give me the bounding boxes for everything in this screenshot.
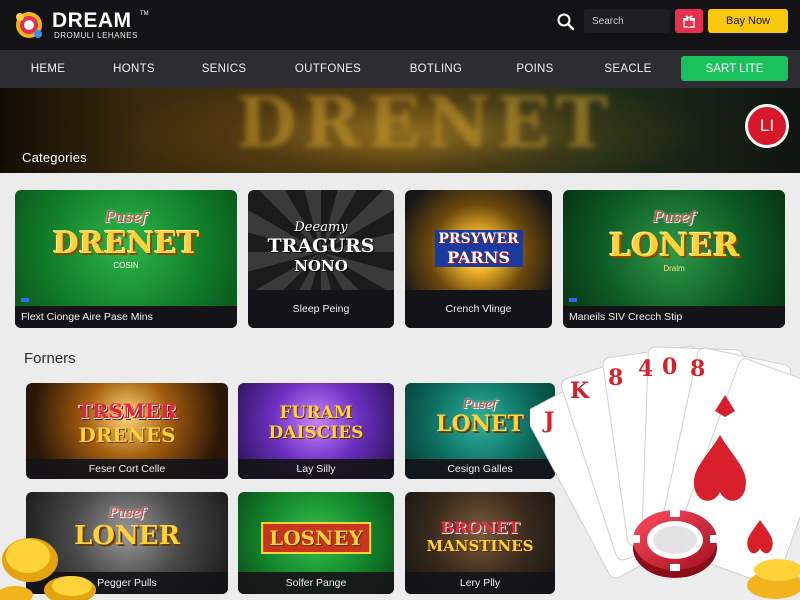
main-nav: HEME HONTS SENICS OUTFONES BOTLING POINS… xyxy=(0,50,800,88)
top-header: DREAM TM DROMULI LEHANES Bay Now xyxy=(0,0,800,50)
category-tile-label: Flext Cionge Aire Pase Mins xyxy=(15,306,237,328)
category-tile-label: Crench Vlinge xyxy=(405,290,552,328)
game-tile[interactable]: LOSNEY Solfer Pange xyxy=(238,492,394,594)
featured-heading: Forners xyxy=(24,350,76,367)
start-button[interactable]: SART LITE xyxy=(681,56,788,81)
category-tile-logo: Pusef DRENET COSIN xyxy=(52,208,200,270)
game-tile-label: Feser Cort Celle xyxy=(26,459,228,479)
game-tile-label: Solfer Pange xyxy=(238,572,394,594)
gold-coins-illustration xyxy=(0,538,96,600)
category-tile[interactable]: PRSYWER PARNS Crench Vlinge xyxy=(405,190,552,328)
category-tile-label: Maneils SIV Crecch Stip xyxy=(563,306,785,328)
brand-trademark: TM xyxy=(140,11,149,17)
buy-now-button[interactable]: Bay Now xyxy=(708,9,788,33)
logo-icon xyxy=(16,12,42,38)
nav-item-heme[interactable]: HEME xyxy=(31,50,65,88)
category-tile-label: Sleep Peing xyxy=(248,290,394,328)
avatar[interactable]: LI xyxy=(745,104,789,148)
search-input[interactable] xyxy=(584,9,670,33)
nav-item-senics[interactable]: SENICS xyxy=(202,50,247,88)
brand-name[interactable]: DREAM xyxy=(52,9,132,33)
tile-badge xyxy=(569,298,577,302)
nav-item-seacle[interactable]: SEACLE xyxy=(604,50,651,88)
categories-heading: Categories xyxy=(22,150,87,165)
game-tile[interactable]: TRSMER DRENES Feser Cort Celle xyxy=(26,383,228,479)
card-rank-0: 0 xyxy=(662,354,677,380)
hero-banner-text: DRENET xyxy=(236,88,614,164)
nav-item-outfones[interactable]: OUTFONES xyxy=(295,50,361,88)
hero-banner: DRENET xyxy=(0,88,800,173)
brand-tagline: DROMULI LEHANES xyxy=(54,31,138,40)
search-icon[interactable] xyxy=(556,12,576,32)
game-tile-logo: LOSNEY xyxy=(261,522,371,554)
nav-item-botling[interactable]: BOTLING xyxy=(410,50,463,88)
casino-chip-icon xyxy=(630,510,720,578)
game-tile[interactable]: FURAM DAISCIES Lay Silly xyxy=(238,383,394,479)
category-tile-logo: Deeamy TRAGURS NONO xyxy=(267,220,375,275)
game-tile-label: Lay Silly xyxy=(238,459,394,479)
category-tile-logo: PRSYWER PARNS xyxy=(434,230,523,267)
game-tile-logo: BRONET MANSTINES xyxy=(426,518,534,555)
nav-item-poins[interactable]: POINS xyxy=(516,50,553,88)
card-rank-8: 8 xyxy=(608,365,623,391)
card-rank-8b: 8 xyxy=(690,356,705,382)
category-tile[interactable]: Deeamy TRAGURS NONO Sleep Peing xyxy=(248,190,394,328)
card-rank-k: K xyxy=(570,378,590,404)
game-tile-logo: Pusef LONET xyxy=(436,397,524,437)
category-tile[interactable]: Pusef DRENET COSIN Flext Cionge Aire Pas… xyxy=(15,190,237,328)
card-rank-4: 4 xyxy=(638,356,653,382)
game-tile-logo: FURAM DAISCIES xyxy=(268,403,364,443)
tile-badge xyxy=(21,298,29,302)
card-rank-j: J xyxy=(542,408,554,434)
game-tile-logo: TRSMER DRENES xyxy=(77,399,177,447)
gift-button[interactable] xyxy=(675,9,703,33)
nav-item-honts[interactable]: HONTS xyxy=(113,50,155,88)
category-tile-logo: Pusef LONER Dralm xyxy=(608,208,740,273)
gift-icon xyxy=(683,15,695,28)
category-tile[interactable]: Pusef LONER Dralm Maneils SIV Crecch Sti… xyxy=(563,190,785,328)
playing-cards-illustration: J K 8 4 0 8 xyxy=(530,345,800,599)
